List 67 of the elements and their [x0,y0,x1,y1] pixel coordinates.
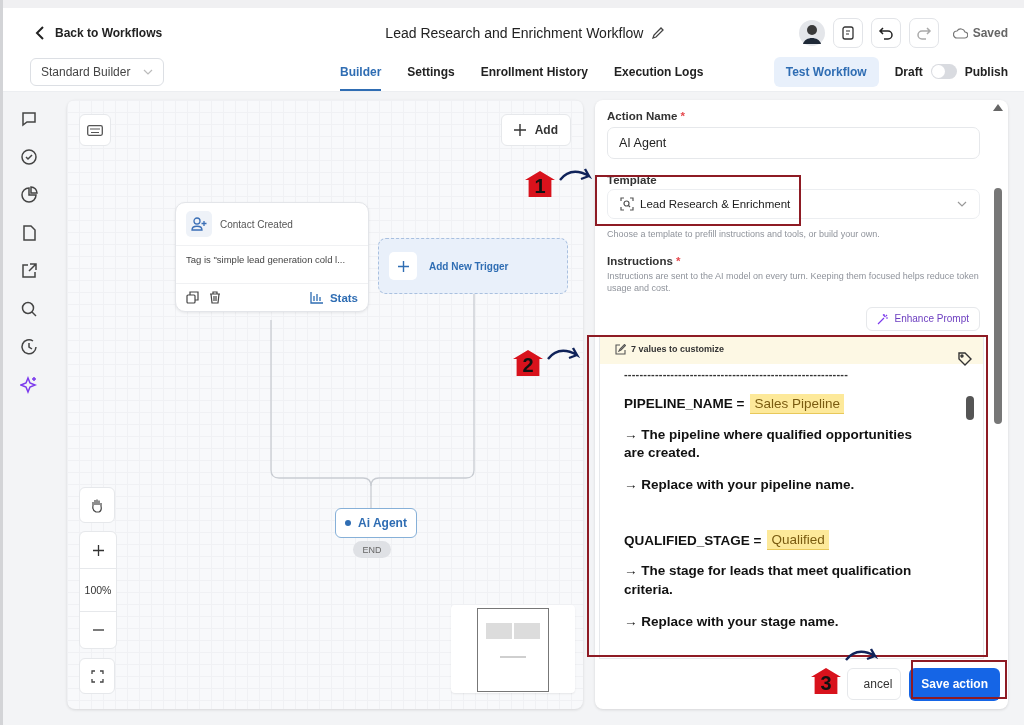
publish-label: Publish [964,64,1008,79]
chevron-down-icon [957,201,967,207]
tab[interactable]: Builder [340,52,382,91]
end-marker: END [353,541,391,558]
tab[interactable]: Enrollment History [480,52,589,91]
variable-name: QUALIFIED_STAGE = [624,532,762,548]
edit-icon [615,343,626,355]
hand-icon[interactable] [79,487,115,523]
field-label: Instructions * [607,254,682,267]
publish-toggle[interactable] [930,64,957,79]
trigger-title: Contact Created [220,218,293,230]
add-trigger-node[interactable]: Add New Trigger [378,238,568,294]
minus-icon [92,629,104,631]
variable-value[interactable]: Sales Pipeline [750,393,844,414]
divider-text: ---------------------------------------------------------- [624,367,850,380]
plus-icon [92,544,104,556]
copy-icon[interactable] [186,291,199,304]
test-workflow-button[interactable]: Test Workflow [773,56,879,87]
avatar[interactable] [798,20,825,46]
customize-count-label: 7 values to customize [615,343,725,355]
scan-search-icon [620,197,634,211]
minimap[interactable] [451,605,575,693]
template-select[interactable]: Lead Research & Enrichment [607,189,980,219]
chevron-down-icon [143,68,153,75]
scrollbar-thumb[interactable] [994,188,1002,424]
undo-icon[interactable] [870,18,901,48]
chevron-left-icon [35,26,47,40]
pencil-icon[interactable] [651,26,666,40]
clipboard-icon[interactable] [832,18,863,48]
instruction-text: → The stage for leads that meet qualification criteria. [624,562,913,599]
tab[interactable]: Settings [407,52,455,91]
workflow-title: Lead Research and Enrichment Workflow [385,25,644,41]
enhance-prompt-button[interactable]: Enhance Prompt [865,306,980,331]
cloud-icon [952,27,968,39]
plus-icon [513,124,526,136]
back-link[interactable]: Back to Workflows [35,26,163,40]
stats-button[interactable]: Stats [309,291,358,304]
save-status: Saved [952,26,1008,40]
keyboard-icon[interactable] [79,114,111,146]
instruction-text: → Replace with your stage name. [624,612,840,631]
field-label: Action Name * [607,110,686,122]
save-action-button[interactable]: Save action [909,667,1000,701]
add-button[interactable]: Add [500,114,571,146]
scrollbar-thumb[interactable] [966,395,974,420]
help-text: Choose a template to prefill instructions and tools, or build your own. [607,228,881,241]
zoom-level: 100% [80,568,116,612]
trash-icon[interactable] [209,291,221,304]
cancel-button[interactable]: ancel [846,668,902,700]
fit-view-icon[interactable] [79,658,115,694]
builder-select[interactable]: Standard Builder [30,57,164,86]
variable-value[interactable]: Qualified [767,530,829,551]
bar-chart-icon [309,291,324,304]
scroll-up-icon[interactable] [993,104,1003,111]
tab[interactable]: Execution Logs [614,52,704,91]
trigger-condition: Tag is "simple lead generation cold l... [176,246,368,284]
help-text: Instructions are sent to the AI model on every turn. Keeping them focused helps reduce token usage and cost. [607,269,980,295]
tag-icon[interactable] [957,350,973,367]
draft-label: Draft [894,64,923,79]
add-user-icon [186,211,212,237]
variable-name: PIPELINE_NAME = [624,396,745,412]
instruction-text: → Replace with your pipeline name. [624,476,856,495]
trigger-card[interactable]: Contact Created Tag is "simple lead generation cold l... Stats [175,202,369,312]
ai-agent-node[interactable]: Ai Agent [335,508,417,538]
action-name-field[interactable]: AI Agent [607,127,980,159]
instruction-text: → The pipeline where qualified opportunities are created. [624,425,914,462]
plus-icon [397,260,409,272]
wand-icon [876,312,889,325]
